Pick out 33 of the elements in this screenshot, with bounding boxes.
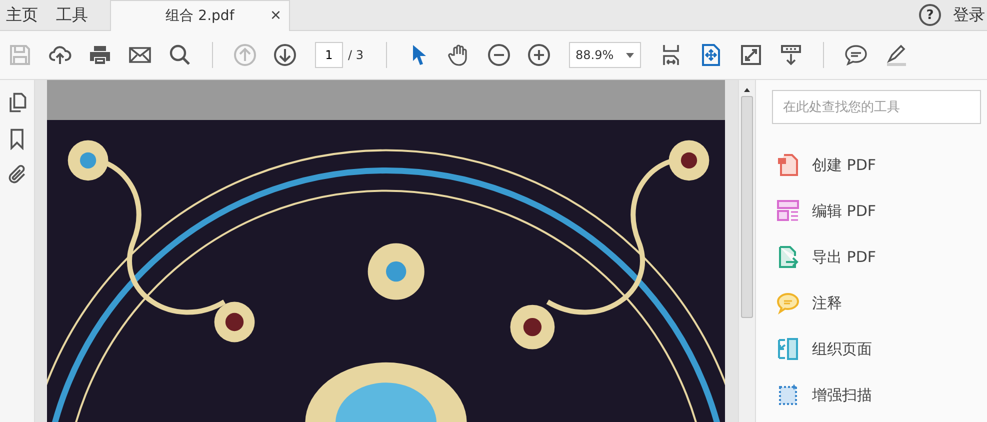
- close-tab-button[interactable]: ×: [270, 5, 281, 26]
- print-icon: [88, 43, 112, 67]
- page-count: / 3: [348, 48, 364, 62]
- layout-icon: [776, 199, 800, 223]
- tool-item[interactable]: 编辑 PDF: [772, 188, 979, 234]
- document-icon: [776, 153, 800, 177]
- cloud-upload-icon: [48, 43, 72, 67]
- export-file-icon: [776, 245, 800, 269]
- tool-item[interactable]: 导出 PDF: [772, 234, 979, 280]
- speech-bubble-icon: [776, 291, 800, 315]
- expand-icon: [738, 43, 762, 67]
- scrollbar-thumb[interactable]: [741, 96, 753, 318]
- tool-item[interactable]: 创建 PDF: [772, 142, 979, 188]
- zoom-out-icon: [486, 43, 510, 67]
- nav-tab[interactable]: 主页: [0, 0, 50, 30]
- document-tab[interactable]: 组合 2.pdf ×: [110, 0, 290, 31]
- speech-bubble-icon: [844, 43, 868, 67]
- help-icon[interactable]: ?: [919, 4, 941, 26]
- zoom-in-icon: [526, 43, 550, 67]
- nav-tab[interactable]: 工具: [50, 0, 100, 30]
- paperclip-icon[interactable]: [6, 164, 28, 186]
- zoom-dropdown[interactable]: 88.9%: [568, 42, 640, 68]
- document-title: 组合 2.pdf: [166, 7, 234, 25]
- tool-item[interactable]: 增强扫描: [772, 372, 979, 418]
- save-icon: [8, 43, 32, 67]
- tool-item[interactable]: 注释: [772, 280, 979, 326]
- sign-in-link[interactable]: 登录: [953, 4, 985, 26]
- tool-search-field[interactable]: 在此处查找您的工具: [772, 90, 981, 124]
- organize-pages-icon: [776, 337, 800, 361]
- search-icon: [168, 43, 192, 67]
- tool-item[interactable]: 组织页面: [772, 326, 979, 372]
- page-number-field[interactable]: 1: [315, 42, 343, 68]
- scroll-down-icon: [778, 43, 802, 67]
